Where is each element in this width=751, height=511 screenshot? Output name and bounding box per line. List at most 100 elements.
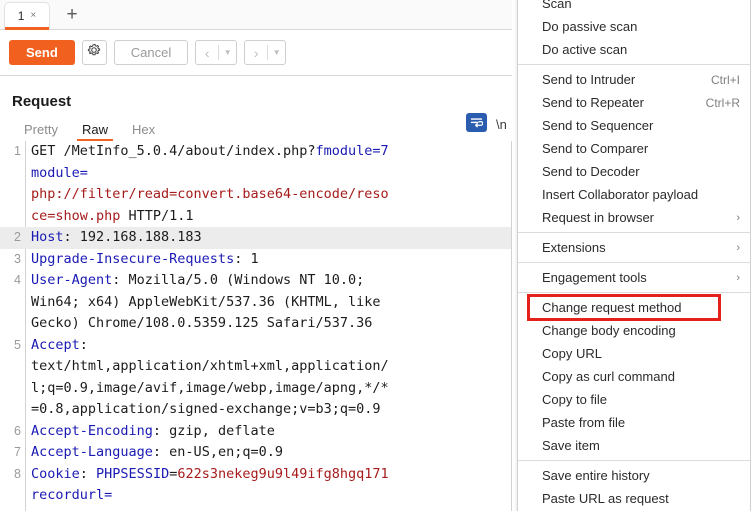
editor-line[interactable]: l;q=0.9,image/avif,image/webp,image/apng… <box>0 378 512 400</box>
editor-line[interactable]: 6 Accept-Encoding: gzip, deflate <box>0 421 512 443</box>
menu-item-do-passive-scan[interactable]: Do passive scan <box>518 15 750 38</box>
menu-item-engagement-tools[interactable]: Engagement tools › <box>518 266 750 289</box>
menu-item-label: Do passive scan <box>542 19 638 34</box>
line-number <box>0 378 26 400</box>
editor-line[interactable]: 8 Cookie: PHPSESSID=622s3nekeg9u9l49ifg8h… <box>0 464 512 486</box>
menu-separator <box>518 460 750 461</box>
line-text[interactable]: Accept: <box>26 335 88 357</box>
settings-button[interactable] <box>81 40 107 65</box>
line-text[interactable]: Accept-Encoding: gzip, deflate <box>26 421 275 443</box>
line-number <box>0 163 26 185</box>
tab-raw[interactable]: Raw <box>70 117 120 141</box>
menu-item-label: Paste from file <box>542 415 626 430</box>
menu-item-label: Send to Decoder <box>542 164 640 179</box>
tab-pretty[interactable]: Pretty <box>12 117 70 141</box>
close-icon[interactable]: × <box>30 11 36 21</box>
context-menu[interactable]: Scan Do passive scan Do active scan Send to… <box>517 0 751 511</box>
menu-item-do-active-scan[interactable]: Do active scan <box>518 38 750 61</box>
menu-item-send-to-intruder[interactable]: Send to Intruder Ctrl+I <box>518 68 750 91</box>
line-text[interactable]: module= <box>26 163 88 185</box>
line-text[interactable]: Host: 192.168.188.183 <box>26 227 202 249</box>
editor-line[interactable]: Gecko) Chrome/108.0.5359.125 Safari/537.… <box>0 313 512 335</box>
chevron-right-icon: › <box>736 211 740 224</box>
request-text[interactable]: 1 GET /MetInfo_5.0.4/about/index.php?fmod… <box>0 141 512 507</box>
line-text[interactable]: Upgrade-Insecure-Requests: 1 <box>26 249 259 271</box>
text-span: : Mozilla/5.0 (Windows NT 10.0; <box>112 272 365 288</box>
menu-item-scan[interactable]: Scan <box>518 0 750 15</box>
menu-item-paste-from-file[interactable]: Paste from file <box>518 411 750 434</box>
menu-item-label: Engagement tools <box>542 270 647 285</box>
text-span: PHPSESSID <box>96 465 170 482</box>
menu-item-label: Send to Sequencer <box>542 118 654 133</box>
menu-item-send-to-comparer[interactable]: Send to Comparer <box>518 137 750 160</box>
line-text[interactable]: GET /MetInfo_5.0.4/about/index.php?fmodu… <box>26 141 389 163</box>
line-number: 8 <box>14 466 21 481</box>
chevron-right-icon[interactable]: › <box>245 41 267 64</box>
line-text[interactable]: php://filter/read=convert.base64-encode/… <box>26 184 389 206</box>
chevron-left-icon[interactable]: ‹ <box>196 41 218 64</box>
menu-item-paste-url-as-request[interactable]: Paste URL as request <box>518 487 750 510</box>
menu-item-extensions[interactable]: Extensions › <box>518 236 750 259</box>
line-text[interactable]: Cookie: PHPSESSID=622s3nekeg9u9l49ifg8hg… <box>26 464 389 486</box>
line-text[interactable]: recordurl= <box>26 485 112 507</box>
editor-line[interactable]: recordurl= <box>0 485 512 507</box>
new-tab-button[interactable]: + <box>60 4 84 26</box>
line-text[interactable]: =0.8,application/signed-exchange;v=b3;q=… <box>26 399 381 421</box>
editor-line[interactable]: 4 User-Agent: Mozilla/5.0 (Windows NT 10.… <box>0 270 512 292</box>
editor-line[interactable]: php://filter/read=convert.base64-encode/… <box>0 184 512 206</box>
menu-item-copy-to-file[interactable]: Copy to file <box>518 388 750 411</box>
word-wrap-icon[interactable] <box>466 113 487 132</box>
editor-line[interactable]: text/html,application/xhtml+xml,applicat… <box>0 356 512 378</box>
menu-item-save-item[interactable]: Save item <box>518 434 750 457</box>
forward-history-button[interactable]: › ▼ <box>244 40 287 65</box>
editor-line[interactable]: =0.8,application/signed-exchange;v=b3;q=… <box>0 399 512 421</box>
cancel-button[interactable]: Cancel <box>113 40 189 65</box>
text-span: Upgrade-Insecure-Requests <box>31 250 235 267</box>
request-editor[interactable]: 1 GET /MetInfo_5.0.4/about/index.php?fmod… <box>0 141 512 511</box>
back-history-button[interactable]: ‹ ▼ <box>195 40 238 65</box>
line-text[interactable]: l;q=0.9,image/avif,image/webp,image/apng… <box>26 378 389 400</box>
line-number: 2 <box>14 230 21 244</box>
line-number: 3 <box>14 251 21 266</box>
newline-indicator[interactable]: \n <box>496 117 507 132</box>
editor-line[interactable]: Win64; x64) AppleWebKit/537.36 (KHTML, l… <box>0 292 512 314</box>
menu-separator <box>518 292 750 293</box>
menu-separator <box>518 232 750 233</box>
line-number: 5 <box>14 337 21 352</box>
repeater-toolbar: Send Cancel ‹ ▼ › ▼ <box>0 30 512 76</box>
line-number: 7 <box>14 445 21 459</box>
menu-item-copy-as-curl-command[interactable]: Copy as curl command <box>518 365 750 388</box>
menu-item-change-request-method[interactable]: Change request method <box>518 294 750 321</box>
editor-line[interactable]: module= <box>0 163 512 185</box>
chevron-down-icon[interactable]: ▼ <box>219 41 236 64</box>
editor-line[interactable]: 2 Host: 192.168.188.183 <box>0 227 512 249</box>
menu-item-save-entire-history[interactable]: Save entire history <box>518 464 750 487</box>
menu-item-label: Send to Comparer <box>542 141 649 156</box>
editor-line[interactable]: 3 Upgrade-Insecure-Requests: 1 <box>0 249 512 271</box>
menu-item-send-to-sequencer[interactable]: Send to Sequencer <box>518 114 750 137</box>
menu-item-insert-collaborator-payload[interactable]: Insert Collaborator payload <box>518 183 750 206</box>
menu-item-change-body-encoding[interactable]: Change body encoding <box>518 319 750 342</box>
line-text[interactable]: User-Agent: Mozilla/5.0 (Windows NT 10.0… <box>26 270 364 292</box>
repeater-tab-1[interactable]: 1 × <box>4 2 50 30</box>
line-text[interactable]: Gecko) Chrome/108.0.5359.125 Safari/537.… <box>26 313 372 335</box>
text-span: : 1 <box>234 250 259 267</box>
editor-line[interactable]: 7 Accept-Language: en-US,en;q=0.9 <box>0 442 512 464</box>
menu-item-send-to-decoder[interactable]: Send to Decoder <box>518 160 750 183</box>
send-button[interactable]: Send <box>9 40 75 65</box>
line-text[interactable]: Accept-Language: en-US,en;q=0.9 <box>26 442 283 464</box>
chevron-down-icon[interactable]: ▼ <box>268 41 285 64</box>
line-text[interactable]: text/html,application/xhtml+xml,applicat… <box>26 356 389 378</box>
chevron-right-icon: › <box>736 241 740 254</box>
text-span: : gzip, deflate <box>152 422 275 439</box>
editor-line[interactable]: 1 GET /MetInfo_5.0.4/about/index.php?fmod… <box>0 141 512 163</box>
menu-item-request-in-browser[interactable]: Request in browser › <box>518 206 750 229</box>
text-span: Accept <box>31 336 80 353</box>
line-text[interactable]: Win64; x64) AppleWebKit/537.36 (KHTML, l… <box>26 292 381 314</box>
menu-item-copy-url[interactable]: Copy URL <box>518 342 750 365</box>
line-text[interactable]: ce=show.php HTTP/1.1 <box>26 206 194 228</box>
editor-line[interactable]: ce=show.php HTTP/1.1 <box>0 206 512 228</box>
tab-hex[interactable]: Hex <box>120 117 167 141</box>
editor-line[interactable]: 5 Accept: <box>0 335 512 357</box>
menu-item-send-to-repeater[interactable]: Send to Repeater Ctrl+R <box>518 91 750 114</box>
